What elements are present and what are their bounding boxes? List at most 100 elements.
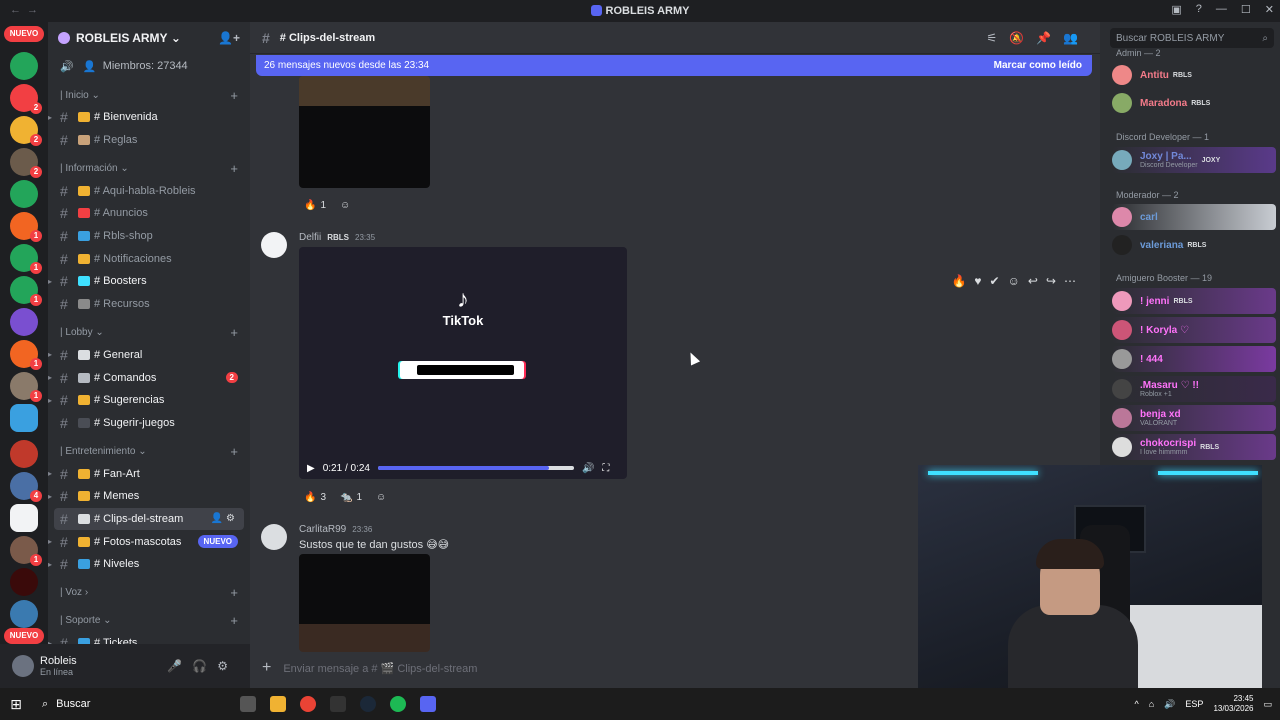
add-reaction-icon[interactable]: ☺ [1008,274,1028,288]
add-channel-icon[interactable]: + [230,585,238,600]
member-item[interactable]: ! 444 [1112,346,1276,372]
channel-sugerencias[interactable]: ▸ # # Sugerencias [48,389,250,412]
volume-icon[interactable]: 🔊 [1164,699,1175,710]
file-explorer-icon[interactable] [270,696,286,712]
mic-icon[interactable]: 🎤 [167,659,192,673]
network-icon[interactable]: ⌂ [1149,699,1154,709]
category-entretenimiento[interactable]: | Entretenimiento ⌄ + [48,440,250,462]
reply-icon[interactable]: ↩ [1028,274,1046,288]
channel-anuncios[interactable]: # # Anuncios [48,202,250,225]
avatar[interactable] [12,655,34,677]
search-input[interactable]: Buscar ROBLEIS ARMY ⌕ [1110,28,1274,48]
author-name[interactable]: Delfii [299,232,321,243]
new-messages-bar[interactable]: 26 mensajes nuevos desde las 23:34 Marca… [256,55,1092,76]
volume-icon[interactable]: 🔊 [582,463,594,474]
help-icon[interactable]: ? [1196,3,1202,16]
pin-icon[interactable]: 📌 [1036,31,1063,45]
mark-as-read-button[interactable]: Marcar como leído [994,60,1082,71]
add-reaction-icon[interactable]: ☺ [335,196,355,214]
channel-general[interactable]: ▸ # # General [48,344,250,367]
play-icon[interactable]: ▶ [307,463,315,474]
server-icon[interactable] [10,600,38,628]
chrome-icon[interactable] [300,696,316,712]
channel-niveles[interactable]: ▸ # # Niveles [48,553,250,576]
channel-fotos-mascotas[interactable]: ▸ # # Fotos-mascotas NUEVO [48,530,250,553]
channel-aqui-habla-robleis[interactable]: # # Aqui-habla-Robleis [48,179,250,202]
headphones-icon[interactable]: 🎧 [192,659,217,673]
inbox-icon[interactable]: ▣ [1171,3,1181,16]
member-item[interactable]: valeriana RBLS [1112,232,1276,258]
tiktok-video[interactable]: ♪ TikTok ▶ 0:21 / 0:24 🔊 ⛶ [299,247,627,479]
add-channel-icon[interactable]: + [230,161,238,176]
server-icon[interactable] [10,52,38,80]
forward-icon[interactable]: ↪ [1046,274,1064,288]
channel-boosters[interactable]: ▸ # # Boosters [48,270,250,293]
language-indicator[interactable]: ESP [1185,699,1203,709]
reaction-heart-icon[interactable]: ♥ [974,274,989,288]
category-lobby[interactable]: | Lobby ⌄ + [48,322,250,344]
reaction-fire[interactable]: 🔥 3 [299,488,331,506]
reaction-rat[interactable]: 🐀 1 [335,488,367,506]
task-view-icon[interactable] [240,696,256,712]
minimize-button[interactable]: — [1216,3,1227,16]
mute-icon[interactable]: 🔕 [1009,31,1036,45]
invite-icon[interactable]: 👤+ [218,31,240,45]
channel-sugerir-juegos[interactable]: # # Sugerir-juegos [48,412,250,435]
channel-reglas[interactable]: # # Reglas [48,129,250,152]
avatar[interactable] [261,524,287,550]
author-name[interactable]: CarlitaR99 [299,524,346,535]
channel-recursos[interactable]: # # Recursos [48,293,250,316]
server-header[interactable]: ROBLEIS ARMY ⌄ 👤+ [48,22,250,54]
spotify-icon[interactable] [390,696,406,712]
notification-icon[interactable]: ▭ [1263,699,1272,710]
steam-icon[interactable] [360,696,376,712]
server-icon[interactable] [10,504,38,532]
server-icon[interactable] [10,440,38,468]
add-attachment-icon[interactable]: + [262,659,271,677]
avatar[interactable] [261,232,287,258]
category-voz[interactable]: | Voz › + [48,582,250,604]
discord-icon[interactable] [420,696,436,712]
add-reaction-icon[interactable]: ☺ [371,488,391,506]
clock[interactable]: 23:45 13/03/2026 [1213,694,1253,714]
member-item[interactable]: benja xd VALORANT [1112,405,1276,431]
threads-icon[interactable]: ⚟ [986,31,1009,45]
message-input[interactable]: Enviar mensaje a # 🎬 Clips-del-stream [283,662,477,675]
add-channel-icon[interactable]: + [230,613,238,628]
add-channel-icon[interactable]: + [230,444,238,459]
member-item[interactable]: carl [1112,204,1276,230]
server-icon[interactable] [10,308,38,336]
channel-comandos[interactable]: ▸ # # Comandos 2 [48,366,250,389]
epic-games-icon[interactable] [330,696,346,712]
member-item[interactable]: chokocrispi I love himmmm RBLS [1112,434,1276,460]
add-channel-icon[interactable]: + [230,88,238,103]
chevron-up-icon[interactable]: ^ [1135,699,1139,709]
close-button[interactable]: ✕ [1265,3,1274,16]
channel-settings-icon[interactable]: 👤⚙ [211,513,238,524]
reaction-fire-icon[interactable]: 🔥 [951,274,974,288]
reaction-fire[interactable]: 🔥 1 [299,196,331,214]
category-inicio[interactable]: | Inicio ⌄ + [48,84,250,106]
members-icon[interactable]: 👥 [1063,31,1090,45]
reaction-check-icon[interactable]: ✔ [990,274,1008,288]
more-icon[interactable]: ⋯ [1064,274,1084,288]
server-icon[interactable] [10,180,38,208]
category-soporte[interactable]: | Soporte ⌄ + [48,610,250,632]
channel-fan-art[interactable]: ▸ # # Fan-Art [48,462,250,485]
fullscreen-icon[interactable]: ⛶ [602,463,609,474]
member-item[interactable]: .Masaru ♡ !! Roblox +1 [1112,376,1276,402]
member-item[interactable]: Antitu RBLS [1112,62,1276,88]
channel-rbls-shop[interactable]: # # Rbls-shop [48,225,250,248]
member-item[interactable]: ! Koryla ♡ [1112,317,1276,343]
video-attachment[interactable] [299,554,430,652]
member-item[interactable]: Maradona RBLS [1112,90,1276,116]
video-progress[interactable] [377,466,574,470]
category-informacion[interactable]: | Información ⌄ + [48,157,250,179]
member-item[interactable]: ! jenni RBLS [1112,288,1276,314]
channel-clips-del-stream[interactable]: # # Clips-del-stream 👤⚙ [54,507,244,531]
maximize-button[interactable]: ☐ [1241,3,1251,16]
channel-bienvenida[interactable]: ▸ # # Bienvenida [48,106,250,129]
windows-start-icon[interactable]: ⊞ [0,696,32,713]
video-attachment[interactable] [299,76,430,188]
server-icon[interactable] [10,404,38,432]
